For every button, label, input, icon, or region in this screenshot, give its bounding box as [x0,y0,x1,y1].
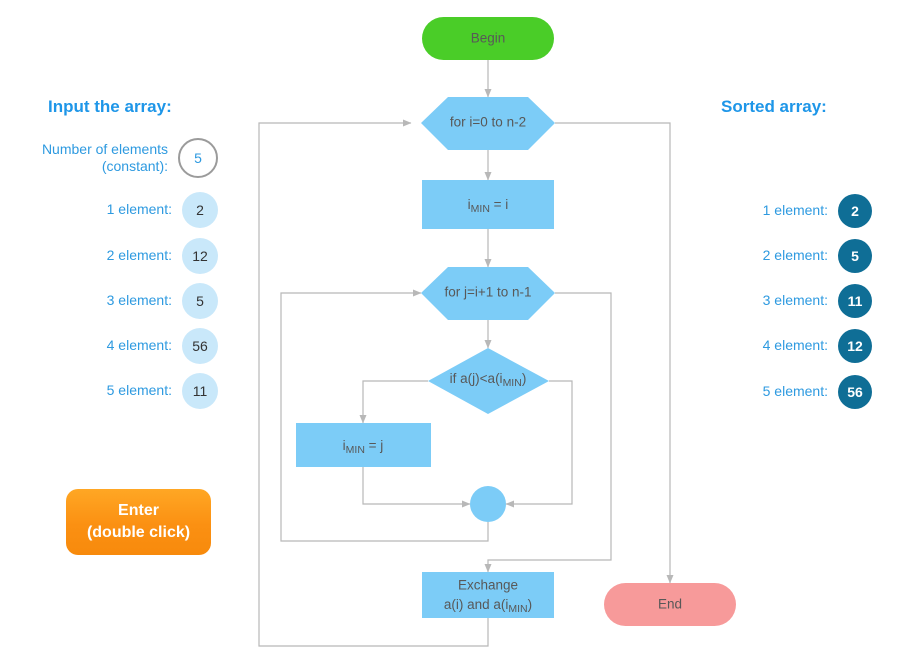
node-assign-imin-i[interactable]: iMIN = i [422,180,554,229]
flowchart-page: Input the array: Number of elements (con… [0,0,904,664]
node-outer-loop[interactable]: for i=0 to n-2 [421,97,555,150]
node-assign-imin-j[interactable]: iMIN = j [296,423,431,467]
node-inner-loop-label: for j=i+1 to n-1 [444,285,531,300]
node-condition[interactable]: if a(j)<a(iMIN) [428,348,549,414]
node-begin[interactable]: Begin [422,17,554,60]
conn-condition-true-to-assign-j [359,380,428,424]
node-begin-label: Begin [471,31,506,46]
node-exchange[interactable]: Exchange a(i) and a(iMIN) [422,572,554,618]
conn-outer-loop-exit-to-end [555,122,674,584]
node-merge-junction [470,486,506,522]
node-end[interactable]: End [604,583,736,626]
conn-condition-false-to-junction [505,380,573,508]
flowchart-diagram: Begin for i=0 to n-2 iMIN = i for j=i+1 … [258,17,736,647]
node-inner-loop[interactable]: for j=i+1 to n-1 [421,267,555,320]
conn-assign-j-to-junction [362,467,471,508]
node-exchange-label-line1: Exchange [458,578,518,593]
node-end-label: End [658,597,682,612]
conn-inner-loop-exit-to-exchange [484,292,612,573]
node-outer-loop-label: for i=0 to n-2 [450,115,526,130]
